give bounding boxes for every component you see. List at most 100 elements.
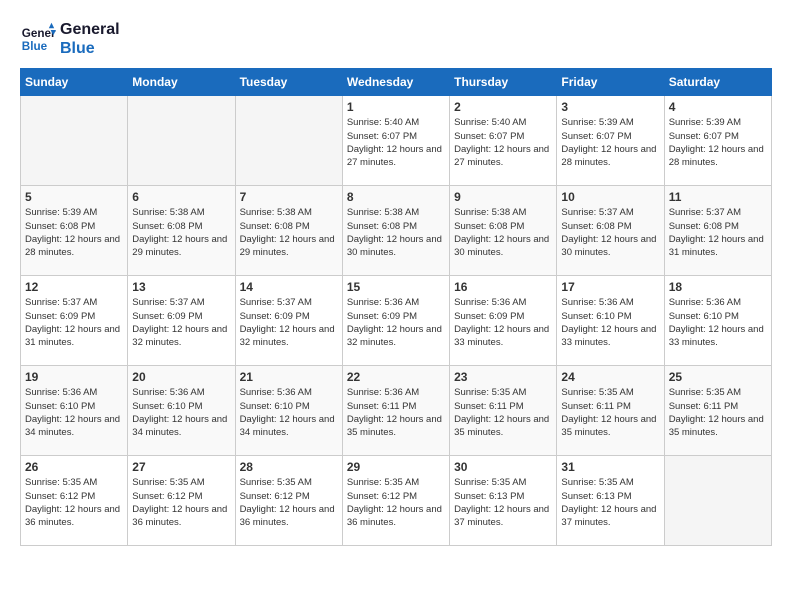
day-info: Sunrise: 5:39 AMSunset: 6:07 PMDaylight:… (669, 116, 767, 169)
svg-text:Blue: Blue (22, 40, 48, 53)
day-number: 1 (347, 100, 445, 114)
day-info: Sunrise: 5:36 AMSunset: 6:10 PMDaylight:… (240, 386, 338, 439)
day-info: Sunrise: 5:37 AMSunset: 6:09 PMDaylight:… (25, 296, 123, 349)
calendar-cell: 26 Sunrise: 5:35 AMSunset: 6:12 PMDayligh… (21, 456, 128, 546)
col-header-sunday: Sunday (21, 69, 128, 96)
page-header: General Blue General Blue (20, 20, 772, 58)
calendar-cell: 2Sunrise: 5:40 AMSunset: 6:07 PMDaylight… (450, 96, 557, 186)
calendar-cell: 5 Sunrise: 5:39 AMSunset: 6:08 PMDaylight… (21, 186, 128, 276)
day-number: 27 (132, 460, 230, 474)
day-number: 13 (132, 280, 230, 294)
calendar-cell: 7 Sunrise: 5:38 AMSunset: 6:08 PMDaylight… (235, 186, 342, 276)
calendar-cell: 17 Sunrise: 5:36 AMSunset: 6:10 PMDayligh… (557, 276, 664, 366)
day-number: 29 (347, 460, 445, 474)
logo-icon: General Blue (20, 21, 56, 57)
calendar-cell: 9 Sunrise: 5:38 AMSunset: 6:08 PMDaylight… (450, 186, 557, 276)
calendar-week-row: 26 Sunrise: 5:35 AMSunset: 6:12 PMDayligh… (21, 456, 772, 546)
day-info: Sunrise: 5:39 AMSunset: 6:07 PMDaylight:… (561, 116, 659, 169)
day-number: 16 (454, 280, 552, 294)
calendar-cell: 22 Sunrise: 5:36 AMSunset: 6:11 PMDayligh… (342, 366, 449, 456)
day-number: 26 (25, 460, 123, 474)
logo-general: General (60, 20, 120, 39)
day-number: 20 (132, 370, 230, 384)
day-number: 12 (25, 280, 123, 294)
calendar-cell: 20 Sunrise: 5:36 AMSunset: 6:10 PMDayligh… (128, 366, 235, 456)
day-info: Sunrise: 5:35 AMSunset: 6:13 PMDaylight:… (561, 476, 659, 529)
day-number: 18 (669, 280, 767, 294)
day-info: Sunrise: 5:39 AMSunset: 6:08 PMDaylight:… (25, 206, 123, 259)
calendar-cell: 30 Sunrise: 5:35 AMSunset: 6:13 PMDayligh… (450, 456, 557, 546)
col-header-friday: Friday (557, 69, 664, 96)
day-info: Sunrise: 5:40 AMSunset: 6:07 PMDaylight:… (454, 116, 552, 169)
col-header-monday: Monday (128, 69, 235, 96)
calendar-week-row: 12 Sunrise: 5:37 AMSunset: 6:09 PMDayligh… (21, 276, 772, 366)
col-header-saturday: Saturday (664, 69, 771, 96)
day-number: 3 (561, 100, 659, 114)
day-number: 7 (240, 190, 338, 204)
day-info: Sunrise: 5:38 AMSunset: 6:08 PMDaylight:… (240, 206, 338, 259)
day-number: 11 (669, 190, 767, 204)
day-number: 22 (347, 370, 445, 384)
day-info: Sunrise: 5:36 AMSunset: 6:10 PMDaylight:… (132, 386, 230, 439)
day-number: 5 (25, 190, 123, 204)
day-number: 15 (347, 280, 445, 294)
day-number: 14 (240, 280, 338, 294)
day-info: Sunrise: 5:35 AMSunset: 6:12 PMDaylight:… (25, 476, 123, 529)
day-info: Sunrise: 5:35 AMSunset: 6:13 PMDaylight:… (454, 476, 552, 529)
day-number: 31 (561, 460, 659, 474)
logo-blue: Blue (60, 39, 120, 58)
calendar-week-row: 19 Sunrise: 5:36 AMSunset: 6:10 PMDayligh… (21, 366, 772, 456)
day-info: Sunrise: 5:38 AMSunset: 6:08 PMDaylight:… (454, 206, 552, 259)
calendar-table: SundayMondayTuesdayWednesdayThursdayFrid… (20, 68, 772, 546)
day-number: 24 (561, 370, 659, 384)
day-number: 9 (454, 190, 552, 204)
calendar-cell: 29 Sunrise: 5:35 AMSunset: 6:12 PMDayligh… (342, 456, 449, 546)
calendar-cell: 31 Sunrise: 5:35 AMSunset: 6:13 PMDayligh… (557, 456, 664, 546)
calendar-cell: 23Sunrise: 5:35 AMSunset: 6:11 PMDayligh… (450, 366, 557, 456)
day-number: 28 (240, 460, 338, 474)
calendar-cell: 6Sunrise: 5:38 AMSunset: 6:08 PMDaylight… (128, 186, 235, 276)
day-info: Sunrise: 5:35 AMSunset: 6:11 PMDaylight:… (669, 386, 767, 439)
day-info: Sunrise: 5:37 AMSunset: 6:08 PMDaylight:… (561, 206, 659, 259)
day-info: Sunrise: 5:35 AMSunset: 6:12 PMDaylight:… (347, 476, 445, 529)
calendar-cell: 27 Sunrise: 5:35 AMSunset: 6:12 PMDayligh… (128, 456, 235, 546)
day-info: Sunrise: 5:38 AMSunset: 6:08 PMDaylight:… (347, 206, 445, 259)
col-header-thursday: Thursday (450, 69, 557, 96)
calendar-cell (21, 96, 128, 186)
day-number: 19 (25, 370, 123, 384)
day-number: 23 (454, 370, 552, 384)
day-info: Sunrise: 5:35 AMSunset: 6:12 PMDaylight:… (132, 476, 230, 529)
calendar-cell (235, 96, 342, 186)
day-number: 21 (240, 370, 338, 384)
calendar-cell: 10Sunrise: 5:37 AMSunset: 6:08 PMDayligh… (557, 186, 664, 276)
day-info: Sunrise: 5:36 AMSunset: 6:10 PMDaylight:… (561, 296, 659, 349)
calendar-cell: 13 Sunrise: 5:37 AMSunset: 6:09 PMDayligh… (128, 276, 235, 366)
calendar-cell: 19 Sunrise: 5:36 AMSunset: 6:10 PMDayligh… (21, 366, 128, 456)
day-info: Sunrise: 5:35 AMSunset: 6:11 PMDaylight:… (561, 386, 659, 439)
day-info: Sunrise: 5:36 AMSunset: 6:10 PMDaylight:… (25, 386, 123, 439)
day-number: 25 (669, 370, 767, 384)
calendar-cell: 15 Sunrise: 5:36 AMSunset: 6:09 PMDayligh… (342, 276, 449, 366)
calendar-cell: 8Sunrise: 5:38 AMSunset: 6:08 PMDaylight… (342, 186, 449, 276)
day-info: Sunrise: 5:37 AMSunset: 6:08 PMDaylight:… (669, 206, 767, 259)
day-info: Sunrise: 5:36 AMSunset: 6:10 PMDaylight:… (669, 296, 767, 349)
day-info: Sunrise: 5:40 AMSunset: 6:07 PMDaylight:… (347, 116, 445, 169)
day-info: Sunrise: 5:36 AMSunset: 6:11 PMDaylight:… (347, 386, 445, 439)
logo: General Blue General Blue (20, 20, 120, 58)
calendar-week-row: 5 Sunrise: 5:39 AMSunset: 6:08 PMDaylight… (21, 186, 772, 276)
calendar-cell (128, 96, 235, 186)
day-number: 30 (454, 460, 552, 474)
calendar-header-row: SundayMondayTuesdayWednesdayThursdayFrid… (21, 69, 772, 96)
calendar-cell: 1 Sunrise: 5:40 AMSunset: 6:07 PMDaylight… (342, 96, 449, 186)
day-info: Sunrise: 5:37 AMSunset: 6:09 PMDaylight:… (132, 296, 230, 349)
calendar-cell: 14Sunrise: 5:37 AMSunset: 6:09 PMDayligh… (235, 276, 342, 366)
calendar-cell: 16Sunrise: 5:36 AMSunset: 6:09 PMDayligh… (450, 276, 557, 366)
day-info: Sunrise: 5:38 AMSunset: 6:08 PMDaylight:… (132, 206, 230, 259)
day-info: Sunrise: 5:36 AMSunset: 6:09 PMDaylight:… (347, 296, 445, 349)
calendar-cell: 12 Sunrise: 5:37 AMSunset: 6:09 PMDayligh… (21, 276, 128, 366)
calendar-cell: 21 Sunrise: 5:36 AMSunset: 6:10 PMDayligh… (235, 366, 342, 456)
day-number: 17 (561, 280, 659, 294)
col-header-wednesday: Wednesday (342, 69, 449, 96)
calendar-cell: 28Sunrise: 5:35 AMSunset: 6:12 PMDayligh… (235, 456, 342, 546)
col-header-tuesday: Tuesday (235, 69, 342, 96)
